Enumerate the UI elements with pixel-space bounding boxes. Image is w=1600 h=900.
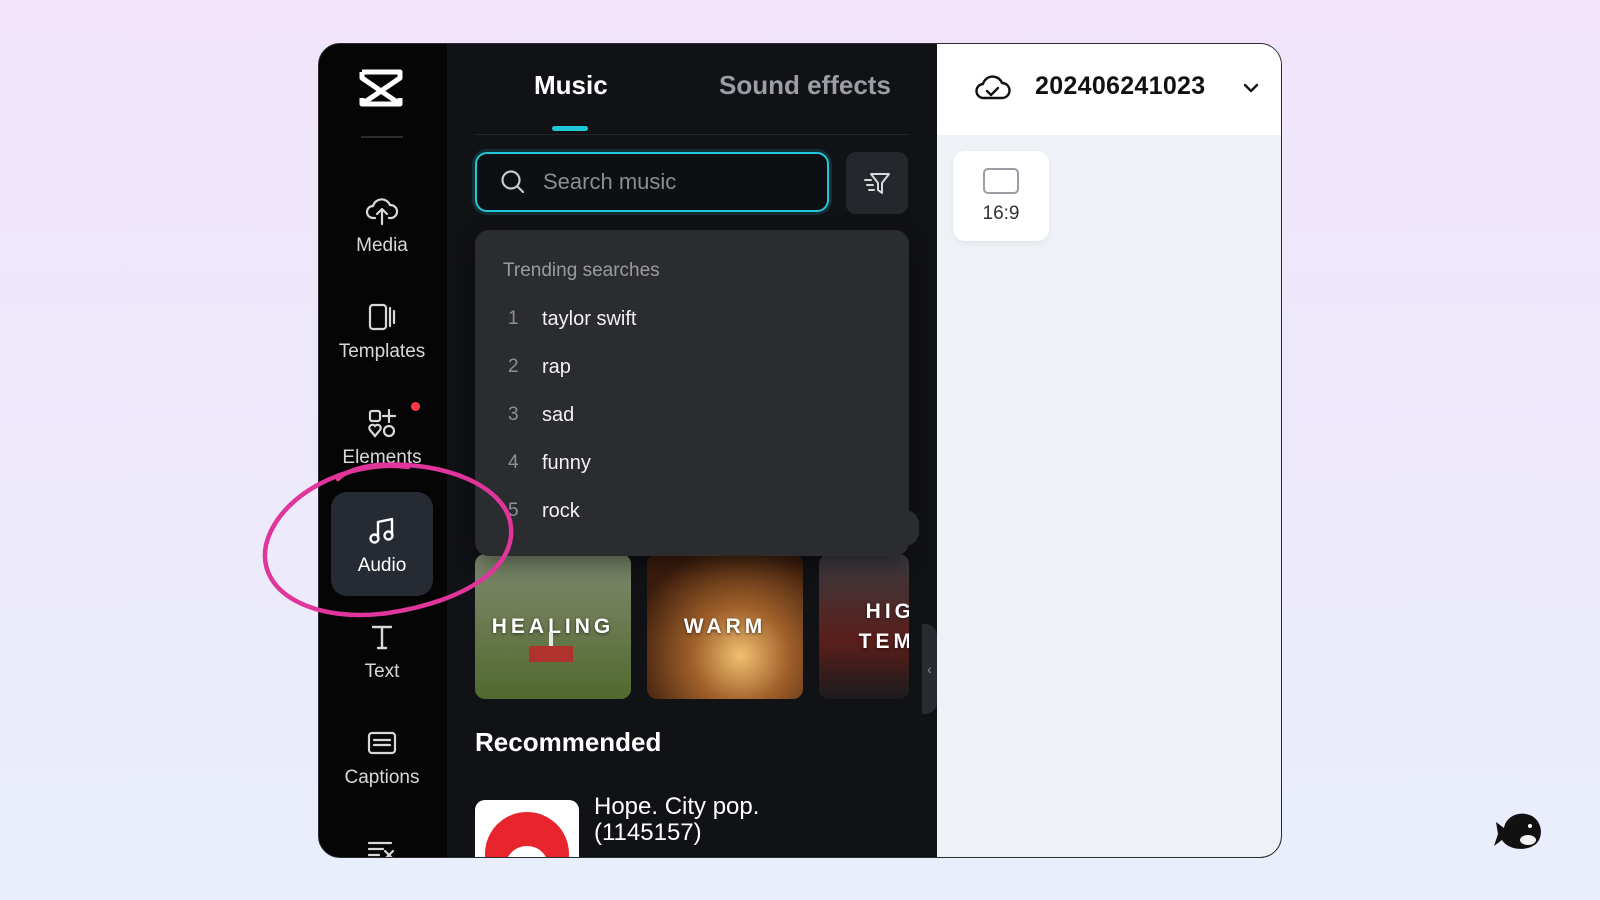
text-icon — [371, 625, 393, 649]
sidebar-item-label: Text — [364, 660, 400, 682]
trending-rank: 2 — [508, 356, 519, 377]
recommended-heading: Recommended — [475, 727, 662, 757]
music-note-icon — [369, 517, 394, 544]
sidebar-item-label: Templates — [338, 340, 426, 362]
track-thumbnail[interactable] — [475, 800, 579, 857]
aspect-ratio-label: 16:9 — [982, 202, 1020, 224]
tabs-divider — [475, 134, 909, 135]
trending-searches-title: Trending searches — [503, 260, 660, 281]
chevron-left-icon: ‹ — [927, 661, 932, 677]
sidebar-item-templates[interactable]: Templates — [331, 278, 433, 382]
trending-term: funny — [542, 451, 591, 474]
active-tab-indicator — [552, 126, 588, 131]
tab-sound-effects[interactable]: Sound effects — [719, 70, 891, 101]
cloud-saved-icon[interactable] — [975, 70, 1011, 106]
sidebar-item-label: Captions — [344, 766, 420, 788]
trending-item[interactable]: 3 sad — [503, 400, 574, 430]
church-building — [529, 646, 573, 662]
trending-term: taylor swift — [542, 307, 637, 330]
trending-term: rock — [542, 499, 580, 522]
sidebar-item-captions[interactable]: Captions — [331, 704, 433, 808]
church-steeple — [549, 632, 553, 646]
trending-item[interactable]: 1 taylor swift — [503, 304, 636, 334]
category-label: WARM — [683, 614, 767, 638]
trending-rank: 3 — [508, 404, 519, 425]
transcript-icon[interactable] — [365, 839, 397, 858]
app-window: Media Templates Elements Audio Text Capt… — [318, 43, 1282, 858]
trending-searches-dropdown: Trending searches 1 taylor swift 2 rap 3… — [475, 230, 919, 556]
track-title[interactable]: Hope. City pop. (1145157) — [594, 794, 814, 846]
notification-dot — [411, 402, 420, 411]
trending-rank: 1 — [508, 308, 519, 329]
audio-panel: Music Sound effects Trending searches 1 … — [447, 44, 937, 857]
sidebar-item-label: Elements — [342, 446, 422, 468]
capcut-logo-icon — [359, 69, 403, 107]
filter-icon — [864, 173, 890, 194]
trending-rank: 4 — [508, 452, 519, 473]
trending-term: rap — [542, 355, 571, 378]
mascot-whale-icon — [1494, 813, 1541, 849]
aspect-ratio-icon — [983, 167, 1019, 194]
trending-rank: 5 — [508, 500, 519, 521]
dropdown-scroll-tab — [905, 510, 919, 546]
search-input[interactable] — [541, 168, 805, 196]
templates-icon — [368, 303, 396, 330]
tab-music[interactable]: Music — [534, 70, 608, 101]
trending-term: sad — [542, 403, 575, 426]
search-icon — [501, 170, 525, 194]
category-label-line2: TEM — [858, 629, 909, 653]
elements-icon — [368, 408, 397, 438]
canvas-area: 202406241023 16:9 — [937, 44, 1281, 857]
trending-item[interactable]: 4 funny — [503, 448, 591, 478]
captions-icon — [367, 731, 397, 754]
category-card-warm[interactable]: WARM — [647, 554, 803, 699]
category-card-healing[interactable]: HEALING — [475, 554, 631, 699]
search-box[interactable] — [475, 152, 829, 212]
collapse-panel-handle[interactable]: ‹ — [922, 624, 937, 714]
trending-item[interactable]: 2 rap — [503, 352, 571, 382]
sidebar-item-audio[interactable]: Audio — [331, 492, 433, 596]
category-label: HEALING — [491, 614, 615, 638]
top-bar: 202406241023 — [937, 44, 1281, 135]
cloud-upload-icon — [365, 197, 399, 225]
logo-divider — [361, 136, 403, 138]
sidebar-item-label: Media — [356, 234, 408, 256]
project-name[interactable]: 202406241023 — [1035, 72, 1205, 101]
sidebar-item-media[interactable]: Media — [331, 172, 433, 276]
aspect-ratio-button[interactable]: 16:9 — [953, 151, 1049, 241]
category-card-high-tempo[interactable]: HIG TEM — [819, 554, 909, 699]
trending-item[interactable]: 5 rock — [503, 496, 580, 526]
sidebar-item-label: Audio — [357, 554, 407, 576]
sidebar-item-text[interactable]: Text — [331, 598, 433, 702]
chevron-down-icon[interactable] — [1241, 78, 1261, 98]
sidebar: Media Templates Elements Audio Text Capt… — [319, 44, 447, 857]
sidebar-item-elements[interactable]: Elements — [331, 384, 433, 488]
filter-button[interactable] — [846, 152, 908, 214]
category-label-line1: HIG — [865, 599, 909, 623]
